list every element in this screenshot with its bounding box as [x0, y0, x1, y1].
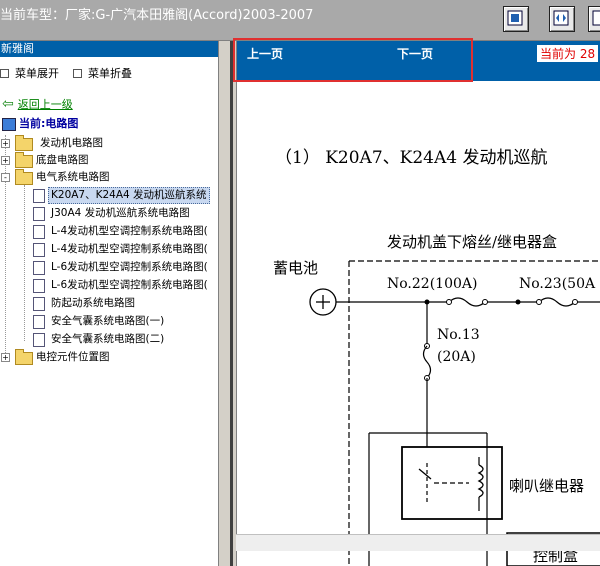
tree-item-label: 发动机电路图	[40, 137, 103, 149]
tree-item-l4-ac-1[interactable]: L-4发动机型空调控制系统电路图(	[0, 223, 218, 240]
tree-item-label: L-6发动机型空调控制系统电路图(	[51, 261, 208, 273]
car-model-title: 当前车型：厂家:G-广汽本田雅阁(Accord)2003-2007	[0, 8, 314, 23]
tree-item-chassis[interactable]: + 底盘电路图	[0, 152, 218, 169]
tree-item-label: 安全气囊系统电路图(一)	[51, 315, 165, 327]
tree-item-engine[interactable]: + 发动机电路图	[0, 135, 218, 152]
collapse-icon	[73, 68, 82, 78]
fullscreen-icon	[592, 10, 600, 26]
document-icon	[33, 279, 45, 293]
tree-item-label: 安全气囊系统电路图(二)	[51, 333, 165, 345]
battery-label: 蓄电池	[273, 259, 318, 277]
expand-toggle-icon[interactable]: +	[1, 139, 10, 148]
menu-collapse-button[interactable]: 菜单折叠	[73, 65, 132, 81]
fullscreen-button[interactable]	[588, 6, 600, 32]
tree-item-label: K20A7、K24A4 发动机巡航系统	[48, 187, 210, 204]
folder-icon	[15, 152, 33, 168]
tree-item-label: 电控元件位置图	[36, 351, 110, 363]
page-status: 当前为 28	[537, 45, 599, 62]
single-pane-icon	[507, 10, 523, 26]
split-view-button[interactable]	[549, 6, 575, 32]
expand-toggle-icon[interactable]: +	[1, 353, 10, 362]
nav-highlight-box	[233, 38, 473, 82]
expand-icon	[0, 68, 9, 78]
tree-item-electrical[interactable]: - 电气系统电路图	[0, 169, 218, 186]
back-link-label: 返回上一级	[17, 98, 73, 111]
splitter-handle	[230, 41, 233, 566]
tree-item-airbag-1[interactable]: 安全气囊系统电路图(一)	[0, 313, 218, 330]
tree-item-l6-ac-2[interactable]: L-6发动机型空调控制系统电路图(	[0, 277, 218, 294]
menu-expand-label: 菜单展开	[15, 67, 59, 80]
single-pane-button[interactable]	[503, 6, 529, 32]
fuse-box-label: 发动机盖下熔丝/继电器盒	[387, 233, 557, 251]
folder-open-icon	[15, 169, 33, 185]
tree-item-label: 底盘电路图	[36, 154, 89, 166]
document-title: （1） K20A7、K24A4 发动机巡航	[275, 148, 548, 168]
tree-item-label: L-6发动机型空调控制系统电路图(	[51, 279, 208, 291]
wiring-diagram: 发动机盖下熔丝/继电器盒 蓄电池 No.22(100A) No.23(50A N…	[273, 233, 600, 566]
panel-header: 新雅阁	[0, 41, 218, 57]
current-location-label: 当前:电路图	[19, 117, 79, 130]
computer-icon	[2, 117, 16, 131]
menu-collapse-label: 菜单折叠	[88, 67, 132, 80]
document-icon	[33, 297, 45, 311]
tree-item-immobilizer[interactable]: 防起动系统电路图	[0, 295, 218, 312]
tree-item-cruise-j30a4[interactable]: J30A4 发动机巡航系统电路图	[0, 205, 218, 222]
document-icon	[33, 261, 45, 275]
current-location: 当前:电路图	[2, 115, 78, 131]
horizontal-scrollbar[interactable]	[236, 534, 600, 551]
tree-item-cruise-k20a7[interactable]: K20A7、K24A4 发动机巡航系统	[0, 187, 218, 204]
folder-icon	[15, 349, 33, 365]
document-icon	[33, 225, 45, 239]
document-icon	[33, 333, 45, 347]
split-view-icon	[553, 10, 569, 26]
expand-toggle-icon[interactable]: +	[1, 156, 10, 165]
collapse-toggle-icon[interactable]: -	[1, 173, 10, 182]
tree-item-airbag-2[interactable]: 安全气囊系统电路图(二)	[0, 331, 218, 348]
document-icon	[33, 207, 45, 221]
document-icon	[33, 243, 45, 257]
title-bar: 当前车型：厂家:G-广汽本田雅阁(Accord)2003-2007	[0, 0, 600, 41]
fuse-13-rating: (20A)	[437, 349, 476, 365]
tree-item-label: L-4发动机型空调控制系统电路图(	[51, 225, 208, 237]
tree-item-component-location[interactable]: + 电控元件位置图	[0, 349, 218, 366]
relay-switch	[418, 468, 432, 480]
document-icon	[33, 315, 45, 329]
relay-label: 喇叭继电器	[509, 477, 584, 495]
fuse-13-symbol	[422, 345, 432, 379]
back-arrow-icon: ⇦	[2, 96, 14, 112]
document-icon	[33, 189, 45, 203]
fuse-22-label: No.22(100A)	[387, 276, 477, 292]
fuse-13-label: No.13	[437, 327, 480, 343]
tree-item-l6-ac-1[interactable]: L-6发动机型空调控制系统电路图(	[0, 259, 218, 276]
relay-coil	[477, 464, 484, 498]
document-viewer: 上一页 下一页 当前为 28 （1） K20A7、K24A4 发动机巡航 发动机…	[236, 41, 600, 566]
tree-item-label: 电气系统电路图	[36, 171, 110, 183]
fuse-23-label: No.23(50A	[519, 276, 596, 292]
folder-icon	[15, 135, 33, 151]
panel-splitter[interactable]	[219, 41, 233, 566]
tree-item-label: L-4发动机型空调控制系统电路图(	[51, 243, 208, 255]
menu-expand-button[interactable]: 菜单展开	[0, 65, 59, 81]
navigation-panel: 新雅阁 菜单展开 菜单折叠 ⇦ 返回上一级 当前:电路图 + 发动机电路图 + 底…	[0, 41, 219, 566]
back-link[interactable]: ⇦ 返回上一级	[2, 96, 73, 112]
tree-item-l4-ac-2[interactable]: L-4发动机型空调控制系统电路图(	[0, 241, 218, 258]
tree-item-label: J30A4 发动机巡航系统电路图	[51, 207, 190, 219]
tree-item-label: 防起动系统电路图	[51, 297, 135, 309]
